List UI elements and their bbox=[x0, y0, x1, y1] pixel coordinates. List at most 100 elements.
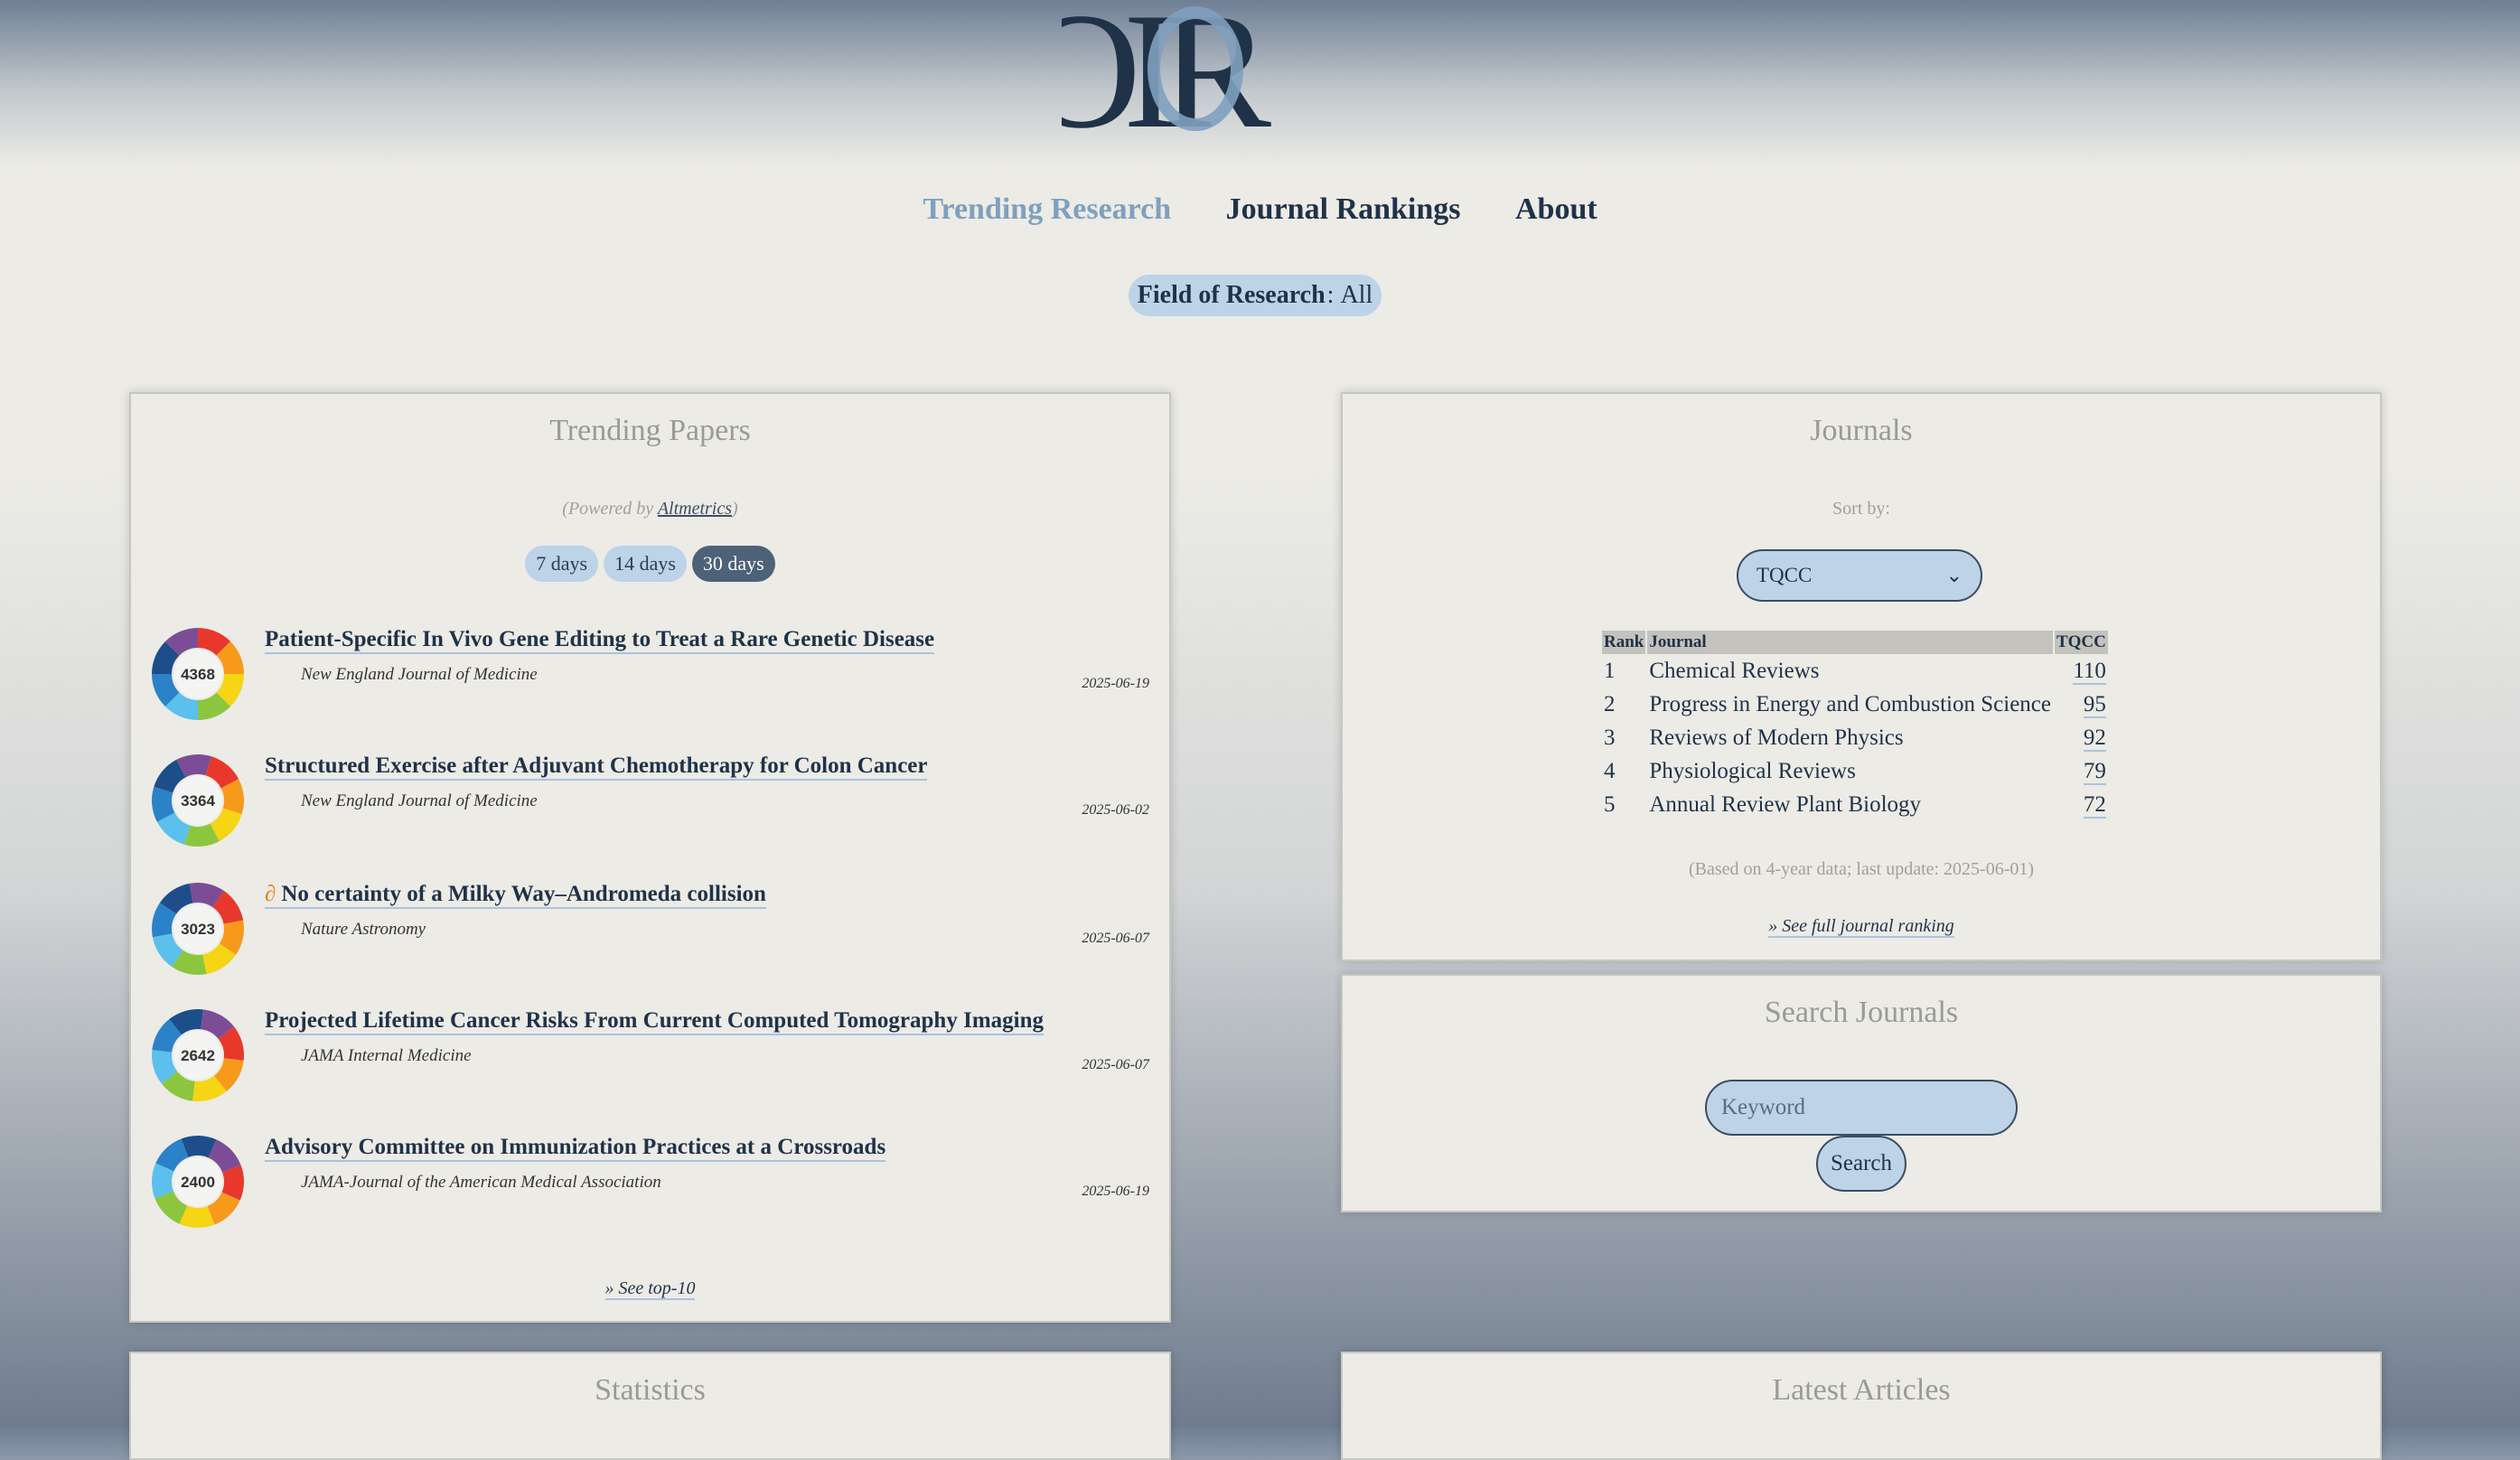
see-full-ranking-text[interactable]: » See full journal ranking bbox=[1768, 916, 1954, 938]
paper-journal: New England Journal of Medicine bbox=[301, 665, 538, 684]
score-link[interactable]: 92 bbox=[2083, 725, 2106, 752]
rank-cell: 3 bbox=[1604, 725, 1616, 750]
score-cell: 110 bbox=[2055, 654, 2108, 688]
paper-item[interactable]: 2642 Projected Lifetime Cancer Risks From… bbox=[151, 1008, 1149, 1108]
ranking-footnote: (Based on 4-year data; last update: 2025… bbox=[1688, 859, 2035, 879]
paper-item[interactable]: 3364 Structured Exercise after Adjuvant C… bbox=[151, 753, 1149, 853]
paper-date: 2025-06-07 bbox=[1082, 1057, 1149, 1072]
journal-cell: Progress in Energy and Combustion Scienc… bbox=[1649, 691, 2051, 716]
column-rank: Rank bbox=[1602, 631, 1646, 654]
search-button[interactable]: Search bbox=[1816, 1136, 1906, 1192]
score-cell: 95 bbox=[2055, 688, 2108, 721]
panel-title: Journals bbox=[1810, 414, 1913, 447]
altmetric-score: 3023 bbox=[181, 921, 215, 938]
score-link[interactable]: 72 bbox=[2083, 791, 2106, 819]
panel-title: Statistics bbox=[595, 1373, 706, 1407]
paper-date: 2025-06-19 bbox=[1082, 1184, 1149, 1199]
altmetric-badge-icon[interactable]: 3364 bbox=[151, 753, 245, 847]
range-14-days-button[interactable]: 14 days bbox=[604, 546, 687, 582]
journal-cell: Reviews of Modern Physics bbox=[1649, 725, 1904, 750]
trending-papers-panel: Trending Papers (Powered by Altmetrics) … bbox=[129, 392, 1171, 1323]
journal-cell: Physiological Reviews bbox=[1649, 758, 1856, 783]
altmetric-badge-icon[interactable]: 2642 bbox=[151, 1008, 245, 1102]
score-cell: 79 bbox=[2055, 754, 2108, 788]
table-row: 3 Reviews of Modern Physics 92 bbox=[1602, 721, 2108, 754]
paper-title-link[interactable]: Structured Exercise after Adjuvant Chemo… bbox=[265, 753, 928, 781]
journals-panel: Journals Sort by: TQCC ⌄ Rank Journal TQ… bbox=[1341, 392, 2382, 961]
powered-suffix: ) bbox=[732, 499, 738, 519]
altmetric-score: 2400 bbox=[181, 1174, 215, 1191]
keyword-search-input[interactable]: Keyword bbox=[1705, 1080, 2018, 1136]
altmetric-score: 3364 bbox=[181, 792, 215, 810]
paper-date: 2025-06-02 bbox=[1082, 802, 1149, 818]
powered-by: (Powered by Altmetrics) bbox=[131, 499, 1169, 519]
table-row: 4 Physiological Reviews 79 bbox=[1602, 754, 2108, 788]
altmetrics-link[interactable]: Altmetrics bbox=[658, 499, 732, 519]
altmetric-badge-icon[interactable]: 3023 bbox=[151, 882, 245, 976]
paper-title-link[interactable]: ∂ No certainty of a Milky Way–Andromeda c… bbox=[265, 882, 766, 909]
chevron-down-icon: ⌄ bbox=[1945, 564, 1963, 586]
field-label: Field of Research bbox=[1137, 281, 1326, 309]
paper-journal: Nature Astronomy bbox=[301, 920, 426, 939]
column-score: TQCC bbox=[2054, 631, 2108, 654]
paper-item[interactable]: 4368 Patient-Specific In Vivo Gene Editin… bbox=[151, 627, 1149, 726]
search-journals-panel: Search Journals Keyword Search bbox=[1341, 974, 2382, 1212]
paper-title-text[interactable]: Structured Exercise after Adjuvant Chemo… bbox=[265, 753, 927, 778]
nav-journal-rankings[interactable]: Journal Rankings bbox=[1226, 192, 1461, 226]
paper-item[interactable]: 2400 Advisory Committee on Immunization P… bbox=[151, 1135, 1149, 1234]
range-7-days-button[interactable]: 7 days bbox=[525, 546, 599, 582]
panel-title: Trending Papers bbox=[549, 414, 751, 447]
paper-title-link[interactable]: Projected Lifetime Cancer Risks From Cur… bbox=[265, 1008, 1044, 1035]
paper-title-link[interactable]: Advisory Committee on Immunization Pract… bbox=[265, 1135, 886, 1162]
range-30-days-button[interactable]: 30 days bbox=[691, 546, 775, 582]
field-value: All bbox=[1340, 281, 1373, 309]
column-journal: Journal bbox=[1647, 631, 2053, 654]
journal-cell: Chemical Reviews bbox=[1649, 658, 1820, 683]
altmetric-score: 4368 bbox=[181, 666, 215, 683]
table-header-row: Rank Journal TQCC bbox=[1602, 631, 2108, 654]
journal-ranking-table: Rank Journal TQCC 1 Chemical Reviews 110 2 P… bbox=[1600, 631, 2110, 821]
table-row: 2 Progress in Energy and Combustion Scien… bbox=[1602, 688, 2108, 721]
paper-title-text[interactable]: Patient-Specific In Vivo Gene Editing to… bbox=[265, 627, 934, 651]
statistics-panel: Statistics bbox=[129, 1352, 1171, 1460]
open-access-lock-icon: ∂ bbox=[265, 882, 276, 906]
rank-cell: 1 bbox=[1604, 658, 1616, 683]
paper-date: 2025-06-07 bbox=[1082, 931, 1149, 946]
sort-by-label: Sort by: bbox=[1832, 499, 1890, 519]
score-link[interactable]: 110 bbox=[2073, 658, 2106, 685]
paper-journal: JAMA-Journal of the American Medical Ass… bbox=[301, 1173, 661, 1192]
paper-date: 2025-06-19 bbox=[1082, 676, 1149, 691]
site-logo[interactable]: OOIR bbox=[0, 0, 2520, 136]
rank-cell: 2 bbox=[1604, 691, 1616, 716]
field-of-research-selector[interactable]: Field of Research: All bbox=[1129, 275, 1382, 316]
altmetric-score: 2642 bbox=[181, 1047, 215, 1064]
score-cell: 72 bbox=[2055, 788, 2108, 821]
table-row: 5 Annual Review Plant Biology 72 bbox=[1602, 788, 2108, 821]
see-full-ranking-link[interactable]: » See full journal ranking bbox=[1343, 916, 2380, 938]
paper-title-text[interactable]: Advisory Committee on Immunization Pract… bbox=[265, 1135, 885, 1159]
see-top-10-text[interactable]: » See top-10 bbox=[604, 1278, 696, 1300]
ooir-logo: OOIR bbox=[1062, 0, 1289, 136]
score-link[interactable]: 79 bbox=[2083, 758, 2106, 785]
sort-by-select[interactable]: TQCC ⌄ bbox=[1737, 549, 1982, 602]
sort-by-value: TQCC bbox=[1757, 564, 1813, 586]
altmetric-badge-icon[interactable]: 2400 bbox=[151, 1135, 245, 1229]
paper-title-text[interactable]: No certainty of a Milky Way–Andromeda co… bbox=[281, 882, 766, 906]
nav-about[interactable]: About bbox=[1515, 192, 1597, 226]
field-separator: : bbox=[1326, 281, 1335, 309]
altmetric-badge-icon[interactable]: 4368 bbox=[151, 627, 245, 721]
see-top-10-link[interactable]: » See top-10 bbox=[131, 1278, 1169, 1300]
latest-articles-panel: Latest Articles bbox=[1341, 1352, 2382, 1460]
panel-title: Latest Articles bbox=[1772, 1373, 1951, 1407]
paper-title-link[interactable]: Patient-Specific In Vivo Gene Editing to… bbox=[265, 627, 935, 654]
table-row: 1 Chemical Reviews 110 bbox=[1602, 654, 2108, 688]
paper-title-text[interactable]: Projected Lifetime Cancer Risks From Cur… bbox=[265, 1008, 1044, 1033]
time-range-toggle: 7 days 14 days 30 days bbox=[131, 546, 1169, 582]
main-nav: Trending Research Journal Rankings About bbox=[0, 192, 2520, 227]
paper-journal: JAMA Internal Medicine bbox=[301, 1046, 472, 1065]
score-link[interactable]: 95 bbox=[2083, 691, 2106, 718]
powered-prefix: (Powered by bbox=[562, 499, 654, 519]
nav-trending-research[interactable]: Trending Research bbox=[923, 192, 1171, 226]
paper-item[interactable]: 3023 ∂ No certainty of a Milky Way–Androme… bbox=[151, 882, 1149, 981]
rank-cell: 4 bbox=[1604, 758, 1616, 783]
